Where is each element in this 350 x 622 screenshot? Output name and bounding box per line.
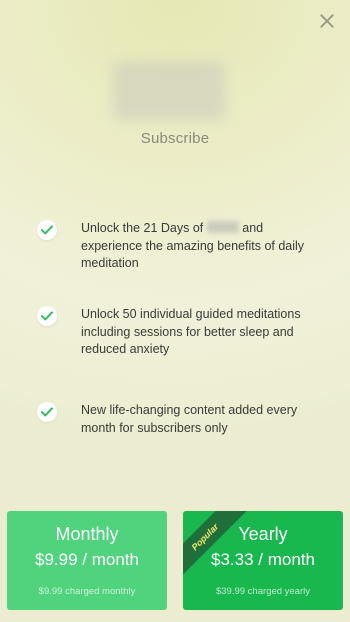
monthly-plan-button[interactable]: Monthly $9.99 / month $9.99 charged mont… bbox=[7, 511, 167, 610]
plan-name: Yearly bbox=[238, 524, 288, 544]
page-title: Subscribe bbox=[140, 130, 210, 147]
plan-price: $9.99 / month bbox=[35, 550, 139, 569]
close-icon[interactable] bbox=[318, 12, 336, 30]
feature-text: New life-changing content added every mo… bbox=[81, 403, 298, 435]
feature-text: Unlock the 21 Days of and experience the… bbox=[81, 221, 305, 270]
feature-item: Unlock 50 individual guided meditations … bbox=[37, 306, 327, 359]
checkmark-icon bbox=[37, 402, 57, 422]
checkmark-icon bbox=[37, 306, 57, 326]
plan-name: Monthly bbox=[55, 524, 119, 544]
redacted-word bbox=[206, 221, 239, 233]
feature-text: Unlock 50 individual guided meditations … bbox=[81, 307, 301, 356]
plan-price: $3.33 / month bbox=[211, 550, 315, 569]
feature-item: New life-changing content added every mo… bbox=[37, 402, 327, 437]
plan-billing-note: $39.99 charged yearly bbox=[215, 586, 310, 597]
plan-billing-note: $9.99 charged monthly bbox=[38, 586, 136, 597]
feature-item: Unlock the 21 Days of and experience the… bbox=[37, 220, 327, 273]
yearly-plan-button[interactable]: Popular Yearly $3.33 / month $39.99 char… bbox=[183, 511, 343, 610]
app-logo bbox=[113, 62, 225, 120]
checkmark-icon bbox=[37, 220, 57, 240]
